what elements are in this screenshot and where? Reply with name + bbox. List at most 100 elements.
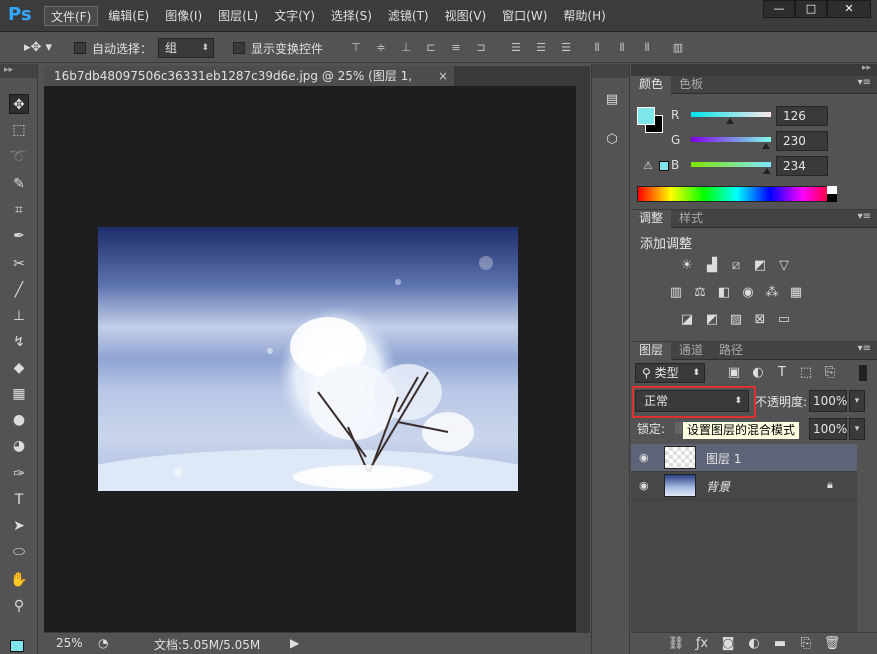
menu-filter[interactable]: 滤镜(T) [382,6,435,26]
canvas-scrollbar[interactable] [576,86,590,632]
layer-filter-dropdown[interactable]: ⚲ 类型 ⬍ [635,363,705,383]
delete-layer-icon[interactable]: 🗑︎ [823,636,841,652]
color-spectrum-ramp[interactable] [637,186,837,202]
filter-shape-icon[interactable]: ⬚ [797,365,815,381]
g-slider[interactable] [691,137,771,142]
selective-color-icon[interactable]: ▭ [775,312,793,328]
tab-paths[interactable]: 路径 [711,342,751,360]
auto-align-icon[interactable]: ▥ [670,41,686,55]
panel-menu-icon[interactable]: ▾≡ [858,343,871,354]
tab-swatches[interactable]: 色板 [671,76,711,94]
move-tool-preset-icon[interactable]: ▸✥ ▾ [24,40,52,55]
exposure-icon[interactable]: ◩ [751,258,769,274]
quick-select-tool-icon[interactable]: ✎ [9,174,29,194]
visibility-eye-icon[interactable]: ◉ [639,479,653,493]
zoom-level[interactable]: 25% [56,636,83,650]
align-top-icon[interactable]: ⊤ [348,41,364,55]
filter-toggle[interactable] [859,365,867,381]
gamut-swatch[interactable] [659,161,669,171]
type-tool-icon[interactable]: T [9,490,29,510]
tab-color[interactable]: 颜色 [631,76,672,94]
distribute-top-icon[interactable]: ☰ [508,41,524,55]
filter-smart-object-icon[interactable]: ⎘ [821,365,839,381]
layer-name[interactable]: 背景 [706,478,730,495]
photo-filter-icon[interactable]: ◉ [739,285,757,301]
auto-select-dropdown[interactable]: 组 ⬍ [158,38,214,58]
document-image[interactable] [98,227,518,491]
layer-row[interactable]: ◉ 背景 🔒︎ [631,472,857,500]
crop-tool-icon[interactable]: ⌗ [9,200,29,220]
new-group-icon[interactable]: ▬ [771,636,789,652]
distribute-right-icon[interactable]: ⦀ [639,41,655,55]
close-tab-icon[interactable]: × [438,66,448,86]
gradient-tool-icon[interactable]: ▦ [9,384,29,404]
black-white-icon[interactable]: ◧ [715,285,733,301]
gamut-warning-icon[interactable]: ⚠ [643,159,653,172]
menu-view[interactable]: 视图(V) [439,6,493,26]
opacity-dropdown-icon[interactable]: ▾ [849,390,865,412]
threshold-icon[interactable]: ▨ [727,312,745,328]
new-layer-icon[interactable]: ⎘ [797,636,815,652]
stamp-tool-icon[interactable]: ⊥ [9,306,29,326]
menu-file[interactable]: 文件(F) [44,6,99,26]
menu-help[interactable]: 帮助(H) [557,6,611,26]
align-left-icon[interactable]: ⊏ [423,41,439,55]
close-button[interactable]: ✕ [827,0,871,18]
3d-panel-icon[interactable]: ⬡ [602,132,622,152]
distribute-left-icon[interactable]: ⦀ [589,41,605,55]
layer-name[interactable]: 图层 1 [706,450,741,467]
auto-select-checkbox[interactable] [74,42,86,54]
status-info-icon[interactable]: ◔ [98,636,108,650]
curves-icon[interactable]: ⧄ [727,258,745,274]
new-adjustment-icon[interactable]: ◐ [745,636,763,652]
black-swatch[interactable] [827,194,837,202]
dodge-tool-icon[interactable]: ◕ [9,436,29,456]
r-slider-knob[interactable] [726,118,734,124]
distribute-vcenter-icon[interactable]: ☰ [533,41,549,55]
eraser-tool-icon[interactable]: ◆ [9,358,29,378]
fill-input[interactable]: 100% [809,418,847,440]
posterize-icon[interactable]: ◩ [703,312,721,328]
hand-tool-icon[interactable]: ✋ [9,570,29,590]
vibrance-icon[interactable]: ▽ [775,258,793,274]
brush-tool-icon[interactable]: ╱ [9,280,29,300]
g-slider-knob[interactable] [762,143,770,149]
layer-style-icon[interactable]: ƒx [693,636,711,652]
color-balance-icon[interactable]: ⚖ [691,285,709,301]
color-lookup-icon[interactable]: ▦ [787,285,805,301]
fill-dropdown-icon[interactable]: ▾ [849,418,865,440]
opacity-input[interactable]: 100% [809,390,847,412]
menu-type[interactable]: 文字(Y) [268,6,321,26]
path-select-tool-icon[interactable]: ➤ [9,516,29,536]
menu-image[interactable]: 图像(I) [159,6,208,26]
lasso-tool-icon[interactable]: ➰ [9,147,29,167]
brightness-contrast-icon[interactable]: ☀ [678,258,696,274]
healing-tool-icon[interactable]: ✂ [9,254,29,274]
move-tool-icon[interactable]: ✥ [9,94,29,114]
collapse-icon[interactable]: ▸▸ [862,63,871,73]
tab-layers[interactable]: 图层 [631,342,672,360]
panel-menu-icon[interactable]: ▾≡ [858,211,871,222]
layer-row[interactable]: ◉ 图层 1 [631,444,857,472]
r-value-input[interactable]: 126 [776,106,828,126]
menu-select[interactable]: 选择(S) [325,6,378,26]
history-brush-tool-icon[interactable]: ↯ [9,332,29,352]
link-layers-icon[interactable]: ⛓ [667,636,685,652]
blur-tool-icon[interactable]: ● [9,410,29,430]
align-hcenter-icon[interactable]: ≡ [448,41,464,55]
tab-adjustments[interactable]: 调整 [631,210,672,228]
marquee-tool-icon[interactable]: ⬚ [9,120,29,140]
zoom-tool-icon[interactable]: ⚲ [9,596,29,616]
b-slider-knob[interactable] [763,168,771,174]
filter-pixel-icon[interactable]: ▣ [725,365,743,381]
filter-type-icon[interactable]: T [773,365,791,381]
history-panel-icon[interactable]: ▤ [602,92,622,112]
align-right-icon[interactable]: ⊐ [473,41,489,55]
visibility-eye-icon[interactable]: ◉ [639,451,653,465]
white-swatch[interactable] [827,186,837,194]
layers-scrollbar[interactable] [857,444,877,634]
pen-tool-icon[interactable]: ✑ [9,464,29,484]
panel-menu-icon[interactable]: ▾≡ [858,77,871,88]
gradient-map-icon[interactable]: ⊠ [751,312,769,328]
menu-window[interactable]: 窗口(W) [496,6,553,26]
